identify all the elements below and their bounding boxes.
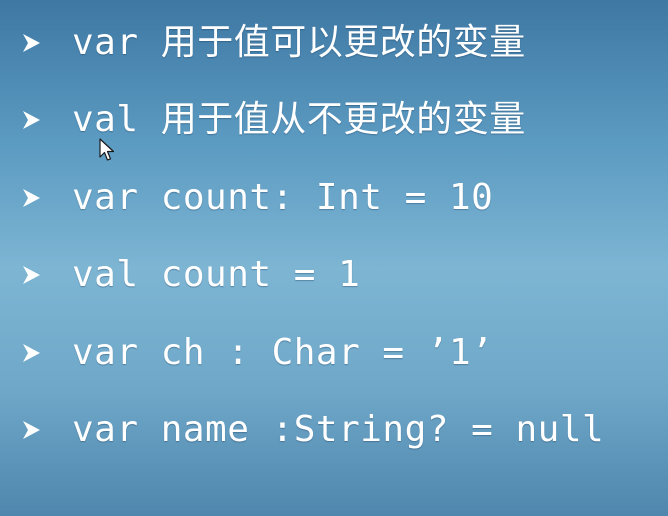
bullet-item-var-nullable-string-example: var name :String? = null (20, 392, 660, 470)
arrowhead-bullet-icon (20, 109, 72, 131)
bullet-item-var-char-example: var ch : Char = ’1’ (20, 314, 660, 392)
arrowhead-bullet-icon (20, 32, 72, 54)
bullet-text: val 用于值从不更改的变量 (72, 99, 526, 141)
arrowhead-bullet-icon (20, 187, 72, 209)
bullet-text: val count = 1 (72, 254, 361, 296)
bullet-item-val-description: val 用于值从不更改的变量 (20, 82, 660, 160)
bullet-item-var-description: var 用于值可以更改的变量 (20, 4, 660, 82)
bullet-text: var 用于值可以更改的变量 (72, 21, 526, 63)
mouse-pointer-icon (99, 138, 115, 162)
arrowhead-bullet-icon (20, 419, 72, 441)
bullet-item-var-count-example: var count: Int = 10 (20, 159, 660, 237)
bullet-item-val-count-example: val count = 1 (20, 237, 660, 315)
bullet-text: var name :String? = null (72, 409, 605, 451)
arrowhead-bullet-icon (20, 264, 72, 286)
arrowhead-bullet-icon (20, 342, 72, 364)
presentation-slide: var 用于值可以更改的变量 val 用于值从不更改的变量 var count:… (0, 0, 668, 516)
bullet-text: var count: Int = 10 (72, 176, 494, 218)
bullet-text: var ch : Char = ’1’ (72, 331, 494, 373)
bullet-list: var 用于值可以更改的变量 val 用于值从不更改的变量 var count:… (20, 4, 660, 469)
